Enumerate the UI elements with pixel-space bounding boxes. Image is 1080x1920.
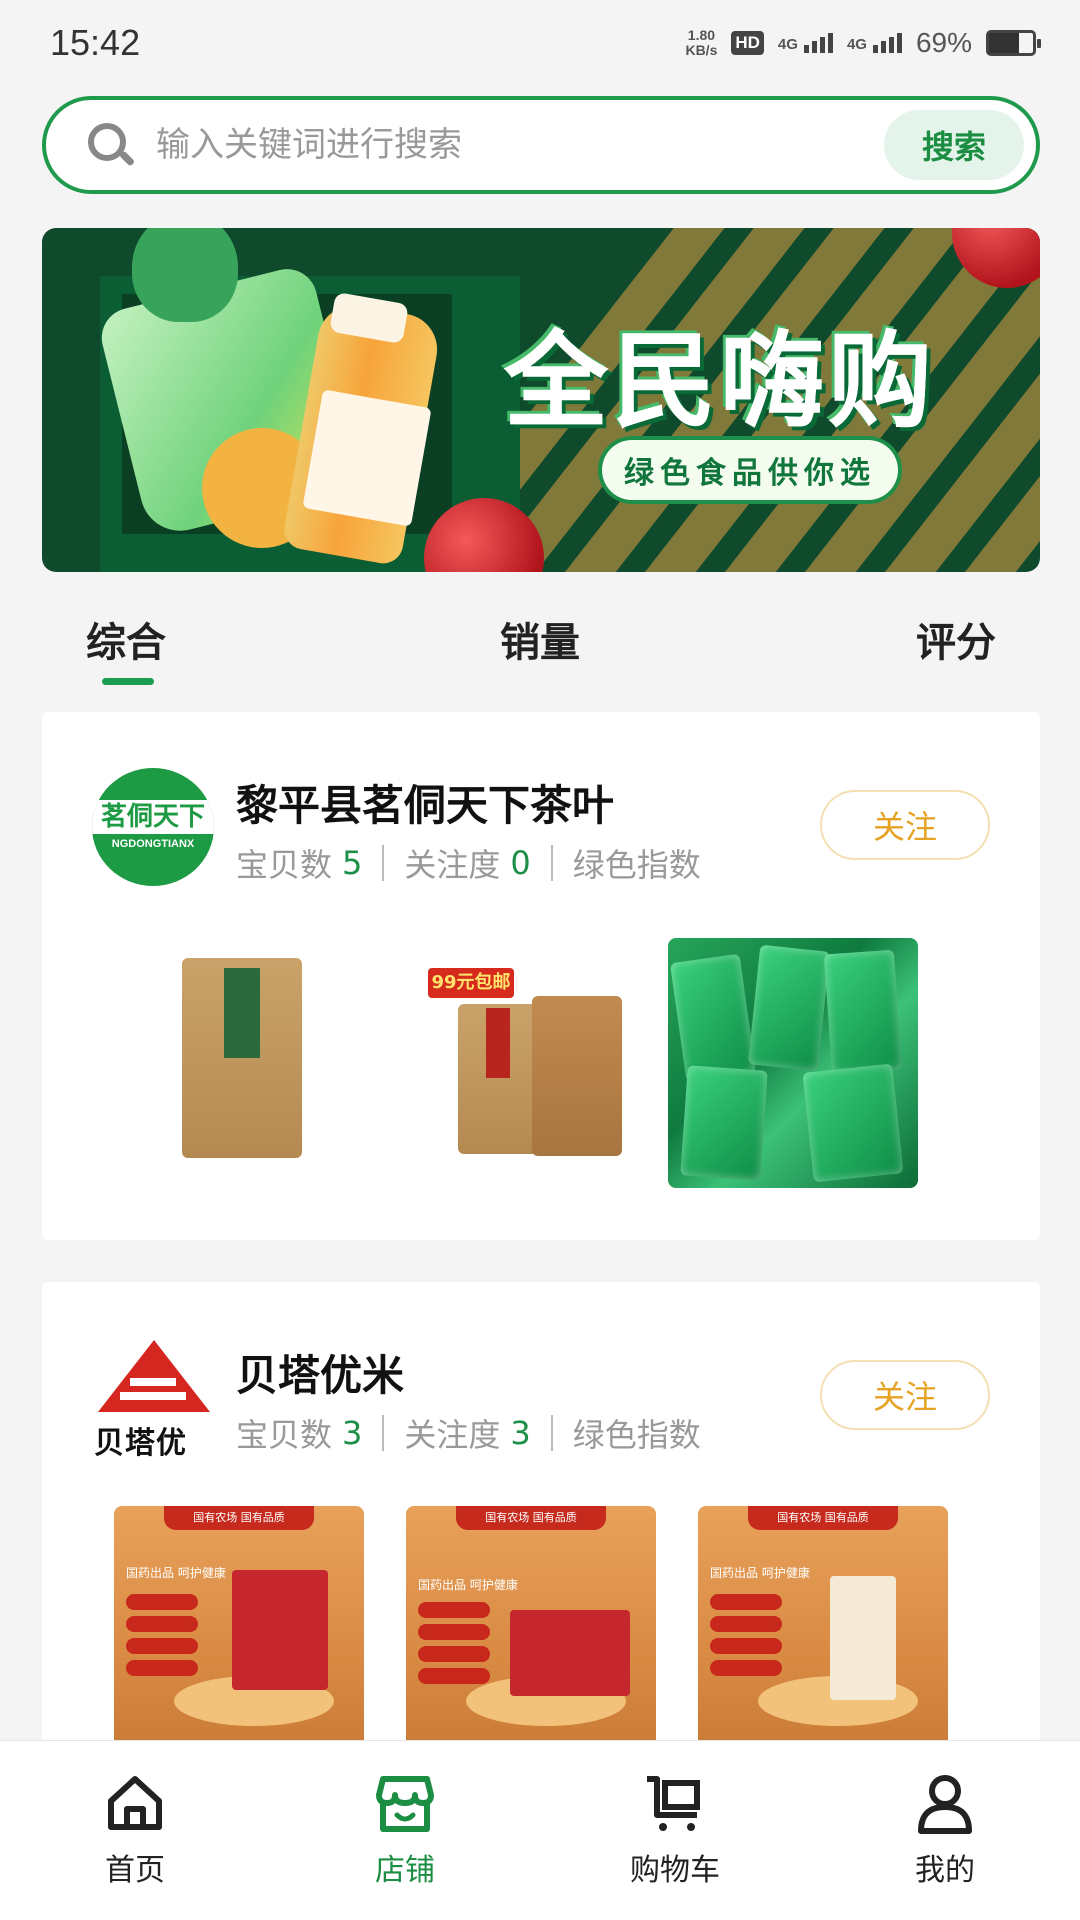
follow-count: 3: [510, 1414, 531, 1452]
product-thumbnail[interactable]: [112, 938, 362, 1188]
store-stats: 宝贝数 5 关注度 0 绿色指数: [236, 840, 701, 886]
product-thumbnail[interactable]: 国有农场 国有品质 国药出品 呵护健康: [406, 1506, 656, 1756]
follow-count: 0: [510, 844, 531, 882]
banner-title: 全民嗨购: [504, 320, 937, 442]
signal-icon-sim1: 4G: [778, 33, 833, 53]
status-bar: 15:42 1.80 KB/s HD 4G 4G 69%: [0, 0, 1080, 86]
status-indicators: 1.80 KB/s HD 4G 4G 69%: [685, 27, 1041, 59]
product-thumbnails: 国有农场 国有品质 国药出品 呵护健康 国有农场 国有品质 国药出品 呵护健康 …: [114, 1506, 974, 1756]
net-speed-value: 1.80: [687, 27, 716, 43]
search-bar: 搜索: [42, 96, 1040, 194]
tab-comprehensive[interactable]: 综合: [86, 610, 166, 668]
store-logo: 茗侗天下 NGDONGTIANX: [92, 768, 214, 886]
battery-percent: 69%: [915, 27, 972, 58]
search-icon: [86, 121, 136, 169]
tab-sales[interactable]: 销量: [500, 610, 580, 668]
product-thumbnail[interactable]: 国有农场 国有品质 国药出品 呵护健康: [698, 1506, 948, 1756]
store-logo: 贝塔优: [92, 1338, 214, 1461]
store-card[interactable]: 贝塔优 贝塔优米 宝贝数 3 关注度 3 绿色指数 关注 国有农场 国有品质 国…: [42, 1282, 1040, 1782]
follow-button[interactable]: 关注: [820, 790, 990, 860]
nav-cart[interactable]: 购物车: [595, 1771, 755, 1889]
store-name: 贝塔优米: [236, 1351, 405, 1400]
cart-icon: [647, 1776, 700, 1831]
green-index-label: 绿色指数: [572, 846, 701, 884]
product-thumbnail[interactable]: 99元包邮: [402, 938, 652, 1188]
store-card[interactable]: 茗侗天下 NGDONGTIANX 黎平县茗侗天下茶叶 宝贝数 5 关注度 0 绿…: [42, 712, 1040, 1240]
banner-subtitle: 绿色食品供你选: [602, 440, 898, 500]
green-index-label: 绿色指数: [572, 1416, 701, 1454]
items-count: 3: [342, 1414, 363, 1452]
store-stats: 宝贝数 3 关注度 3 绿色指数: [236, 1410, 701, 1456]
network-speed: 1.80 KB/s: [685, 28, 717, 58]
net-speed-unit: KB/s: [685, 42, 718, 58]
product-thumbnail[interactable]: [668, 938, 918, 1188]
items-count: 5: [342, 844, 363, 882]
store-name: 黎平县茗侗天下茶叶: [236, 781, 615, 830]
promo-banner[interactable]: 全民嗨购 绿色食品供你选: [42, 228, 1040, 572]
search-button[interactable]: 搜索: [884, 110, 1024, 180]
follow-button[interactable]: 关注: [820, 1360, 990, 1430]
product-thumbnails: 99元包邮: [112, 938, 972, 1188]
promo-badge: 99元包邮: [428, 968, 514, 998]
nav-store[interactable]: 店铺: [325, 1771, 485, 1889]
store-icon: [376, 1776, 434, 1832]
nav-profile[interactable]: 我的: [865, 1771, 1025, 1889]
battery-icon: [986, 30, 1041, 56]
product-thumbnail[interactable]: 国有农场 国有品质 国药出品 呵护健康: [114, 1506, 364, 1756]
tab-rating[interactable]: 评分: [916, 610, 996, 668]
status-time: 15:42: [50, 22, 141, 63]
home-icon: [108, 1776, 162, 1830]
user-icon: [918, 1775, 972, 1834]
signal-icon-sim2: 4G: [847, 33, 902, 53]
nav-home[interactable]: 首页: [55, 1771, 215, 1889]
hd-icon: HD: [731, 31, 764, 55]
bottom-navigation: 首页 店铺 购物车 我的: [0, 1740, 1080, 1920]
sort-tabs: 综合 销量 评分: [0, 610, 1080, 690]
tab-active-indicator: [102, 678, 154, 685]
